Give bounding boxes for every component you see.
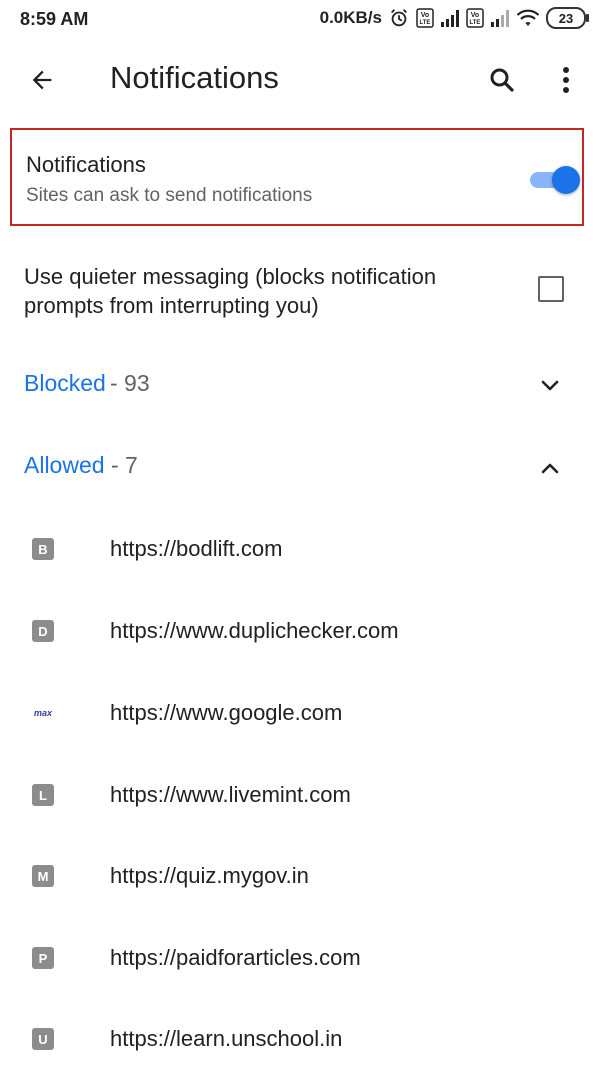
signal-icon [490, 9, 510, 27]
site-favicon: B [32, 538, 54, 560]
site-url: https://learn.unschool.in [110, 1026, 343, 1051]
battery-icon: 23 [546, 7, 589, 29]
site-row[interactable]: L https://www.livemint.com [0, 766, 600, 826]
signal-icon [440, 9, 460, 27]
site-row[interactable]: P https://paidforarticles.com [0, 929, 600, 989]
site-favicon: max [33, 708, 52, 718]
volte-icon: Vo LTE [416, 8, 434, 28]
blocked-label: Blocked [24, 370, 106, 396]
site-url: https://paidforarticles.com [110, 945, 361, 970]
chevron-up-icon[interactable] [538, 456, 562, 480]
svg-text:Vo: Vo [421, 12, 429, 19]
svg-text:LTE: LTE [420, 20, 431, 26]
site-favicon: M [32, 865, 54, 887]
toggle-thumb [552, 166, 580, 194]
notifications-setting-title: Notifications [26, 152, 146, 177]
site-row[interactable]: max https://www.google.com [0, 684, 600, 744]
quieter-messaging-row[interactable]: Use quieter messaging (blocks notificati… [0, 250, 600, 340]
site-row[interactable]: M https://quiz.mygov.in [0, 847, 600, 907]
search-icon[interactable] [482, 60, 522, 100]
notifications-toggle[interactable] [522, 163, 580, 194]
more-vert-icon[interactable] [548, 60, 584, 100]
app-toolbar: Notifications [0, 40, 600, 120]
page-title: Notifications [110, 60, 279, 95]
alarm-icon [388, 7, 410, 29]
allowed-count: - 7 [111, 452, 138, 478]
site-url: https://bodlift.com [110, 536, 283, 561]
status-icons: 0.0KB/s Vo LTE Vo LTE 23 [319, 7, 589, 29]
wifi-icon [516, 8, 540, 28]
quieter-messaging-label: Use quieter messaging (blocks notificati… [24, 264, 437, 318]
site-url: https://www.livemint.com [110, 782, 351, 807]
volte-icon: Vo LTE [466, 8, 484, 28]
battery-level: 23 [558, 10, 574, 26]
site-row[interactable]: B https://bodlift.com [0, 520, 600, 580]
site-row[interactable]: U https://learn.unschool.in [0, 1010, 600, 1070]
site-row[interactable]: D https://www.duplichecker.com [0, 602, 600, 662]
allowed-section-header[interactable]: Allowed - 7 [0, 438, 600, 498]
svg-text:Vo: Vo [471, 12, 479, 19]
status-time: 8:59 AM [20, 9, 89, 29]
site-favicon: P [32, 947, 54, 969]
allowed-label: Allowed [24, 452, 105, 478]
site-url: https://quiz.mygov.in [110, 863, 309, 888]
blocked-section-header[interactable]: Blocked - 93 [0, 356, 600, 416]
status-bar: 8:59 AM 0.0KB/s Vo LTE Vo LTE 23 [0, 0, 600, 38]
site-url: https://www.google.com [110, 700, 343, 725]
site-url: https://www.duplichecker.com [110, 618, 399, 643]
notifications-setting-row[interactable]: Notifications Sites can ask to send noti… [10, 128, 584, 226]
chevron-down-icon[interactable] [538, 374, 562, 398]
site-favicon: D [32, 620, 54, 642]
blocked-count: - 93 [110, 370, 150, 396]
quieter-messaging-checkbox[interactable] [538, 276, 564, 302]
site-favicon: U [32, 1028, 54, 1050]
back-arrow-icon[interactable] [22, 60, 62, 100]
svg-text:LTE: LTE [470, 20, 481, 26]
notifications-setting-subtitle: Sites can ask to send notifications [26, 185, 313, 206]
network-speed: 0.0KB/s [319, 8, 382, 27]
site-favicon: L [32, 784, 54, 806]
